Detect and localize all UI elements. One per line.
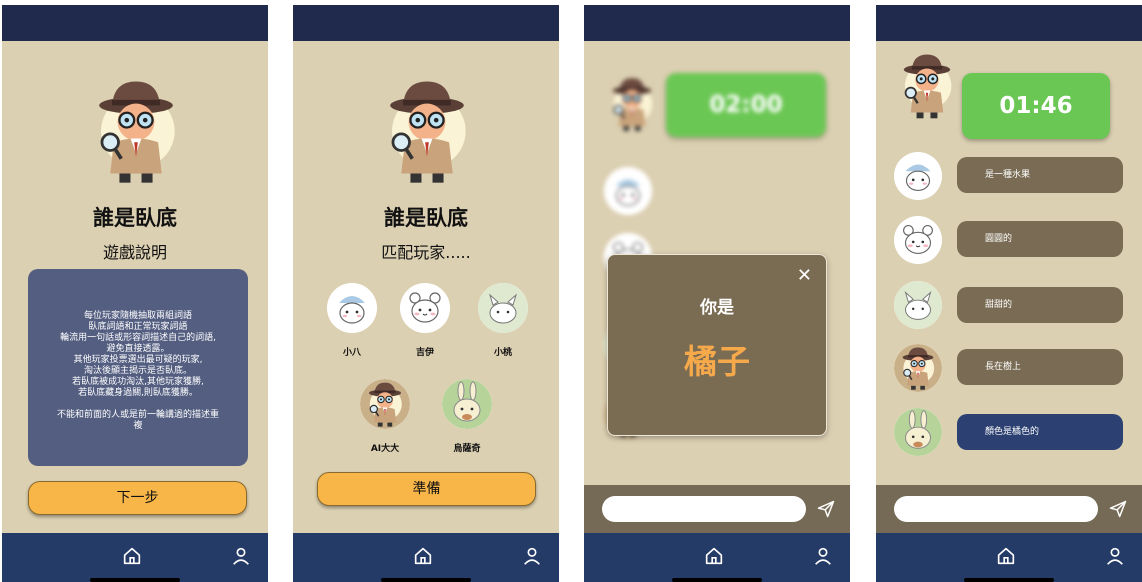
screen-chat: 01:46 是一種水果 圓圓的 甜甜的 長在樹上 顏色是橘色的 (876, 5, 1142, 582)
chat-message: 是一種水果 (957, 157, 1123, 193)
screen-word-reveal: 02:00 ✕ 你是 橘子 (584, 5, 850, 582)
bottom-nav (584, 533, 850, 582)
player-name: 小桃 (493, 348, 512, 358)
status-bar (293, 5, 559, 41)
player-avatar (604, 167, 652, 215)
player-name: 吉伊 (415, 348, 434, 358)
status-bar (584, 5, 850, 41)
word-reveal-modal: ✕ 你是 橘子 (607, 254, 827, 436)
detective-avatar (898, 51, 956, 123)
user-icon[interactable] (812, 545, 834, 567)
bottom-nav (2, 533, 268, 582)
send-icon[interactable] (1108, 499, 1128, 519)
close-icon[interactable]: ✕ (797, 265, 812, 286)
next-button[interactable]: 下一步 (28, 481, 247, 515)
home-indicator (90, 578, 180, 582)
detective-logo (381, 77, 473, 189)
player-card: 吉伊 (395, 283, 455, 358)
home-indicator (964, 578, 1054, 582)
home-indicator (381, 578, 471, 582)
player-name: AI大大 (370, 444, 400, 454)
status-bar (876, 5, 1142, 41)
message-input[interactable] (894, 496, 1098, 522)
player-avatar (360, 379, 410, 429)
countdown-timer: 01:46 (962, 73, 1110, 139)
home-icon[interactable] (995, 545, 1017, 567)
status-bar (2, 5, 268, 41)
detective-logo (90, 77, 182, 189)
rules-text: 每位玩家隨機抽取兩組詞語 臥底詞語和正常玩家詞語 輪流用一句話或形容詞描述自己的… (56, 311, 219, 431)
user-icon[interactable] (1104, 545, 1126, 567)
player-avatar (894, 344, 942, 392)
bottom-nav (876, 533, 1142, 582)
player-avatar (894, 216, 942, 264)
home-icon[interactable] (703, 545, 725, 567)
send-icon[interactable] (816, 499, 836, 519)
home-icon[interactable] (121, 545, 143, 567)
home-icon[interactable] (412, 545, 434, 567)
screen-rules: 誰是臥底 遊戲說明 每位玩家隨機抽取兩組詞語 臥底詞語和正常玩家詞語 輪流用一句… (2, 5, 268, 582)
game-title: 誰是臥底 (93, 206, 177, 230)
player-avatar (894, 152, 942, 200)
player-name: 烏薩奇 (453, 444, 481, 454)
rules-card: 每位玩家隨機抽取兩組詞語 臥底詞語和正常玩家詞語 輪流用一句話或形容詞描述自己的… (28, 269, 248, 466)
screen-matching: 誰是臥底 匹配玩家..... 小八 吉伊 小桃 AI大大 烏薩奇 準備 (293, 5, 559, 582)
user-icon[interactable] (230, 545, 252, 567)
page-subtitle: 匹配玩家..... (381, 243, 471, 262)
user-icon[interactable] (521, 545, 543, 567)
message-bar (584, 485, 850, 533)
chat-message-self: 顏色是橘色的 (957, 414, 1123, 450)
player-card: 烏薩奇 (437, 379, 497, 454)
chat-message: 甜甜的 (957, 287, 1123, 323)
player-name: 小八 (342, 348, 361, 358)
player-avatar (327, 283, 377, 333)
player-avatar (400, 283, 450, 333)
player-avatar (894, 281, 942, 329)
secret-word: 橘子 (684, 342, 750, 381)
message-input[interactable] (602, 496, 806, 522)
player-avatar (442, 379, 492, 429)
message-bar (876, 485, 1142, 533)
ready-button[interactable]: 準備 (317, 472, 536, 506)
bottom-nav (293, 533, 559, 582)
chat-message: 長在樹上 (957, 349, 1123, 385)
countdown-timer: 02:00 (666, 73, 826, 137)
player-card: 小八 (322, 283, 382, 358)
page-subtitle: 遊戲說明 (102, 243, 167, 262)
player-card: AI大大 (355, 379, 415, 454)
player-card: 小桃 (473, 283, 533, 358)
player-avatar (894, 408, 942, 456)
game-title: 誰是臥底 (384, 206, 468, 230)
player-avatar (478, 283, 528, 333)
detective-avatar (608, 75, 656, 135)
chat-message: 圓圓的 (957, 221, 1123, 257)
modal-label: 你是 (700, 298, 734, 318)
home-indicator (672, 578, 762, 582)
